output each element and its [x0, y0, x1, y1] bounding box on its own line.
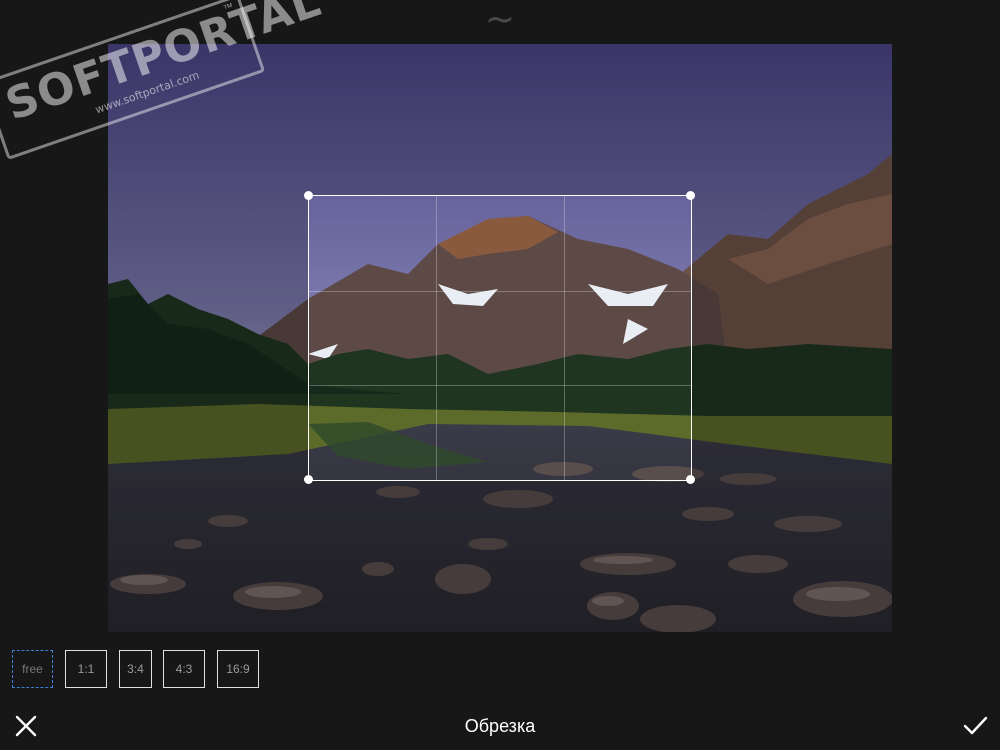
confirm-button[interactable]	[960, 712, 990, 740]
ratio-16-9-button[interactable]: 16:9	[217, 650, 259, 688]
screen-title: Обрезка	[464, 716, 536, 736]
ratio-4-3-button[interactable]: 4:3	[163, 650, 205, 688]
ratio-1-1-button[interactable]: 1:1	[65, 650, 107, 688]
grid-line	[436, 196, 438, 480]
grid-line	[309, 385, 691, 387]
grid-line	[309, 290, 691, 292]
grid-line	[563, 196, 565, 480]
ratio-free-button[interactable]: free	[12, 650, 53, 688]
ratio-3-4-button[interactable]: 3:4	[119, 650, 152, 688]
crop-handle-bottom-right[interactable]	[686, 475, 695, 484]
checkmark-icon	[963, 716, 988, 735]
crop-handle-top-left[interactable]	[304, 191, 313, 200]
crop-frame[interactable]	[304, 191, 695, 484]
crop-handle-top-right[interactable]	[686, 191, 695, 200]
photo-canvas[interactable]	[108, 44, 892, 632]
crop-handle-bottom-left[interactable]	[304, 475, 313, 484]
